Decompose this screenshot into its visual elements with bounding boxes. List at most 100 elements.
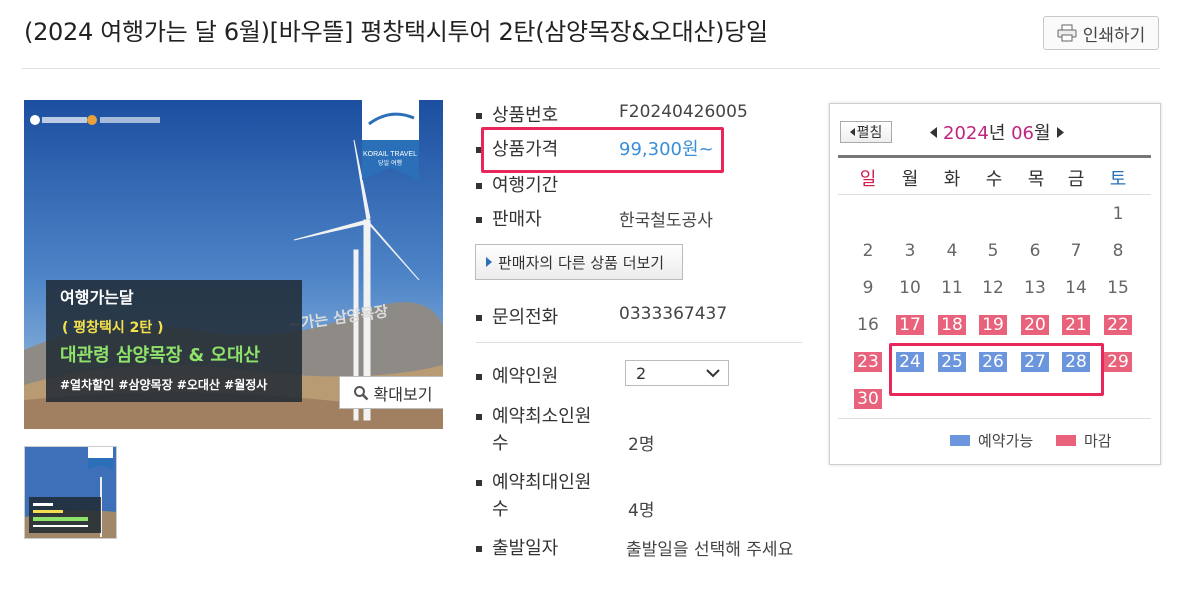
caret-left-icon <box>849 128 855 136</box>
calendar-day: 1 <box>1112 204 1124 224</box>
product-main-image[interactable]: KORAIL TRAVEL 당일 여행 ~가는 삼양목장 여행가는달 ( 평창택… <box>24 100 443 429</box>
calendar-day: 2 <box>862 241 874 261</box>
calendar-day: 13 <box>1024 278 1046 298</box>
calendar-year: 2024 <box>943 123 989 144</box>
banner-headline-1: 여행가는달 <box>60 288 134 307</box>
calendar-header-line <box>838 155 1151 158</box>
weekday-fri: 금 <box>1067 169 1085 190</box>
seller-label: 판매자 <box>492 209 542 230</box>
period-label: 여행기간 <box>492 175 559 196</box>
chevron-down-icon <box>706 368 720 377</box>
reserve-people-value: 2 <box>636 363 647 383</box>
calendar-month-suffix: 월 <box>1034 123 1051 144</box>
phone-label: 문의전화 <box>492 307 559 328</box>
seller-row: 판매자 <box>476 205 542 231</box>
title-divider <box>22 68 1160 69</box>
max-people-row: 예약최대인원 <box>476 468 591 494</box>
weekday-sun: 일 <box>859 169 877 190</box>
calendar-day-closed: 22 <box>1104 315 1132 335</box>
fold-label: 펼침 <box>856 125 883 141</box>
legend-closed: 마감 <box>1056 430 1112 451</box>
max-people-label-1: 예약최대인원 <box>492 472 592 493</box>
legend-closed-swatch <box>1056 435 1076 446</box>
min-people-label-1: 예약최소인원 <box>492 406 592 427</box>
calendar-month: 06 <box>1011 123 1035 144</box>
print-button[interactable]: 인쇄하기 <box>1043 16 1159 50</box>
page-title: (2024 여행가는 달 6월)[바우뜰] 평창택시투어 2탄(삼양목장&오대산… <box>24 18 768 46</box>
banner-headline-2: ( 평창택시 2탄 ) <box>62 319 164 336</box>
weekday-sat: 토 <box>1109 169 1127 190</box>
calendar-day-closed: 18 <box>938 315 966 335</box>
depart-row: 출발일자 <box>476 534 558 560</box>
phone-value: 0333367437 <box>619 304 728 324</box>
calendar-day-closed: 30 <box>854 389 882 409</box>
calendar-day: 10 <box>899 278 921 298</box>
calendar-day: 6 <box>1029 241 1041 261</box>
calendar-day: 15 <box>1107 278 1129 298</box>
min-people-row: 예약최소인원 <box>476 402 591 428</box>
print-label: 인쇄하기 <box>1082 25 1146 46</box>
calendar-day: 5 <box>987 241 999 261</box>
weekday-thu: 목 <box>1027 169 1045 190</box>
phone-row: 문의전화 <box>476 303 558 329</box>
zoom-button[interactable]: 확대보기 <box>339 376 443 409</box>
calendar-day: 12 <box>982 278 1004 298</box>
reserve-people-select[interactable]: 2 <box>625 360 729 386</box>
product-no-row: 상품번호 <box>476 101 558 127</box>
magnifier-icon <box>353 385 368 400</box>
seller-more-button[interactable]: 판매자의 다른 상품 더보기 <box>475 244 683 280</box>
calendar-day-closed: 19 <box>979 315 1007 335</box>
caret-right-icon <box>486 257 492 267</box>
calendar-day-closed: 21 <box>1062 315 1090 335</box>
prev-month-icon[interactable] <box>930 126 937 138</box>
calendar-day-closed: 20 <box>1021 315 1049 335</box>
depart-value: 출발일을 선택해 주세요 <box>626 540 794 560</box>
reserve-people-label: 예약인원 <box>492 366 559 387</box>
banner-hashtags: #열차할인 #삼양목장 #오대산 #월정사 <box>60 377 267 392</box>
max-people-value: 4명 <box>628 501 655 521</box>
available-days-highlight <box>889 343 1104 396</box>
printer-icon <box>1057 24 1077 42</box>
calendar-day: 7 <box>1070 241 1082 261</box>
reserve-people-row: 예약인원 <box>476 362 558 388</box>
price-highlight <box>481 127 724 173</box>
seller-more-label: 판매자의 다른 상품 더보기 <box>498 253 665 272</box>
min-people-label-2: 수 <box>492 433 509 454</box>
period-row: 여행기간 <box>476 171 558 197</box>
min-people-value: 2명 <box>628 435 655 455</box>
product-no-value: F20240426005 <box>619 102 748 122</box>
legend-available-label: 예약가능 <box>978 432 1034 450</box>
calendar-footer-line <box>838 418 1151 419</box>
weekday-mon: 월 <box>901 169 919 190</box>
calendar-day: 4 <box>946 241 958 261</box>
legend-available: 예약가능 <box>950 430 1033 451</box>
calendar-year-suffix: 년 <box>988 123 1006 144</box>
calendar-nav: 2024년 06월 <box>930 119 1064 145</box>
weekday-divider <box>838 194 1151 195</box>
calendar-day: 9 <box>862 278 874 298</box>
calendar-day: 8 <box>1112 241 1124 261</box>
calendar-day-closed: 23 <box>854 352 882 372</box>
weekday-wed: 수 <box>985 169 1003 190</box>
calendar-day: 14 <box>1065 278 1087 298</box>
legend-available-swatch <box>950 435 970 446</box>
product-no-label: 상품번호 <box>492 105 559 126</box>
calendar-day-closed: 29 <box>1104 352 1132 372</box>
banner-headline-3: 대관령 삼양목장 & 오대산 <box>60 345 261 366</box>
legend-closed-label: 마감 <box>1084 432 1112 450</box>
depart-label: 출발일자 <box>492 538 559 559</box>
product-thumbnail[interactable] <box>24 446 117 539</box>
korail-brand-text: KORAIL TRAVEL <box>363 151 417 158</box>
calendar-day-closed: 17 <box>896 315 924 335</box>
korail-sub-text: 당일 여행 <box>378 159 402 167</box>
weekday-tue: 화 <box>943 169 961 190</box>
calendar-day: 11 <box>941 278 963 298</box>
zoom-label: 확대보기 <box>373 384 433 404</box>
seller-value: 한국철도공사 <box>619 211 713 231</box>
calendar-day: 16 <box>857 315 879 335</box>
max-people-label-2: 수 <box>492 499 509 520</box>
fold-button[interactable]: 펼침 <box>840 121 892 143</box>
calendar: 펼침 2024년 06월 일 월 화 수 목 금 토 1 2 3 4 5 6 7… <box>829 103 1161 465</box>
calendar-day: 3 <box>904 241 916 261</box>
next-month-icon[interactable] <box>1056 126 1064 138</box>
